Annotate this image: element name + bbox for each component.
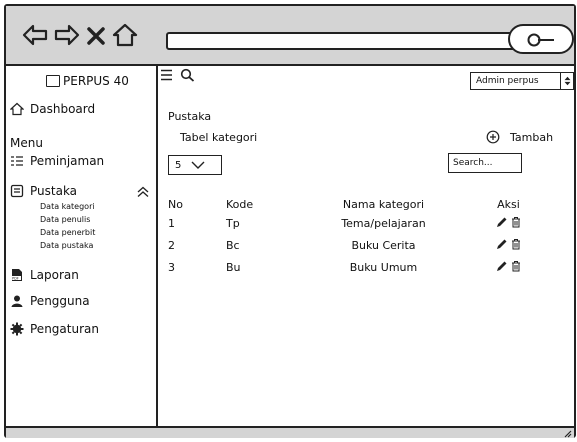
cell-nama: Tema/pelajaran bbox=[341, 216, 426, 230]
back-arrow-icon[interactable] bbox=[22, 22, 48, 48]
list-icon bbox=[11, 156, 23, 166]
home-icon bbox=[10, 102, 24, 116]
cell-kode: Bu bbox=[226, 260, 241, 274]
sidebar-item-laporan[interactable]: PDF Laporan bbox=[10, 268, 79, 282]
cell-nama: Buku Cerita bbox=[351, 238, 416, 252]
cell-kode: Bc bbox=[226, 238, 240, 252]
table-row: 3 Bu Buku Umum bbox=[168, 256, 546, 278]
browser-search-button[interactable] bbox=[508, 24, 574, 54]
table-row: 2 Bc Buku Cerita bbox=[168, 234, 546, 256]
column-header-aksi: Aksi bbox=[497, 197, 520, 211]
pdf-file-icon: PDF bbox=[11, 269, 22, 281]
sidebar-item-label: Peminjaman bbox=[30, 154, 105, 168]
cell-nama: Buku Umum bbox=[349, 260, 418, 274]
pencil-icon[interactable] bbox=[496, 260, 508, 272]
chevron-down-icon bbox=[191, 161, 205, 169]
status-bar bbox=[6, 426, 574, 438]
sidebar-item-label: Laporan bbox=[30, 268, 79, 282]
add-category-button[interactable]: Tambah bbox=[486, 130, 553, 144]
svg-text:PDF: PDF bbox=[12, 277, 19, 281]
cell-kode: Tp bbox=[226, 216, 240, 230]
plus-circle-icon bbox=[486, 130, 500, 144]
brand-name: PERPUS 40 bbox=[63, 74, 129, 88]
sidebar-item-label: Pengguna bbox=[30, 294, 90, 308]
user-select-value: Admin perpus bbox=[476, 76, 539, 86]
user-icon bbox=[11, 295, 23, 307]
sidebar: PERPUS 40 Dashboard Menu Peminjaman Pust… bbox=[6, 66, 158, 426]
browser-toolbar bbox=[6, 6, 574, 66]
page-title: Pustaka bbox=[168, 110, 212, 123]
add-button-label: Tambah bbox=[510, 130, 554, 144]
hamburger-menu-icon[interactable] bbox=[160, 68, 176, 82]
sidebar-subitem-data-kategori[interactable]: Data kategori bbox=[40, 202, 95, 211]
sidebar-subitem-data-penulis[interactable]: Data penulis bbox=[40, 215, 90, 224]
column-header-no: No bbox=[168, 197, 183, 211]
trash-icon[interactable] bbox=[510, 260, 522, 272]
menu-heading: Menu bbox=[10, 136, 43, 150]
pencil-icon[interactable] bbox=[496, 216, 508, 228]
gear-icon bbox=[10, 322, 24, 336]
table-search-input[interactable]: Search... bbox=[448, 153, 522, 173]
column-header-kode: Kode bbox=[226, 197, 254, 211]
sidebar-subitem-data-penerbit[interactable]: Data penerbit bbox=[40, 228, 95, 237]
trash-icon[interactable] bbox=[510, 216, 522, 228]
table-row: 1 Tp Tema/pelajaran bbox=[168, 212, 546, 234]
trash-icon[interactable] bbox=[510, 238, 522, 250]
brand-logo: PERPUS 40 bbox=[46, 74, 129, 88]
user-select[interactable]: Admin perpus bbox=[470, 72, 574, 90]
address-bar[interactable] bbox=[166, 32, 522, 50]
sidebar-item-label: Pustaka bbox=[30, 184, 78, 198]
brand-icon bbox=[46, 75, 60, 87]
chevron-up-icon[interactable] bbox=[136, 186, 150, 198]
sidebar-item-peminjaman[interactable]: Peminjaman bbox=[10, 154, 104, 168]
resize-grip-icon[interactable] bbox=[562, 428, 572, 438]
sidebar-item-label: Pengaturan bbox=[30, 322, 99, 336]
cell-no: 2 bbox=[168, 238, 175, 252]
table-header-row: No Kode Nama kategori Aksi bbox=[168, 196, 546, 212]
search-icon bbox=[527, 33, 554, 47]
sidebar-item-dashboard[interactable]: Dashboard bbox=[10, 102, 95, 116]
cell-no: 1 bbox=[168, 216, 175, 230]
forward-arrow-icon[interactable] bbox=[54, 22, 80, 48]
sidebar-item-pustaka[interactable]: Pustaka bbox=[10, 184, 77, 198]
close-icon[interactable] bbox=[86, 26, 106, 46]
entries-value: 5 bbox=[175, 159, 182, 171]
cell-no: 3 bbox=[168, 260, 175, 274]
category-table: No Kode Nama kategori Aksi 1 Tp Tema/pel… bbox=[168, 196, 546, 278]
column-header-nama-kategori: Nama kategori bbox=[342, 197, 425, 211]
search-placeholder: Search... bbox=[453, 158, 493, 168]
home-icon[interactable] bbox=[112, 22, 138, 48]
cell-aksi bbox=[471, 234, 546, 256]
cell-aksi bbox=[471, 256, 546, 278]
entries-per-page-select[interactable]: 5 bbox=[168, 155, 222, 175]
sidebar-item-pengguna[interactable]: Pengguna bbox=[10, 294, 90, 308]
pencil-icon[interactable] bbox=[496, 238, 508, 250]
sidebar-item-pengaturan[interactable]: Pengaturan bbox=[10, 322, 99, 336]
search-icon[interactable] bbox=[180, 68, 196, 82]
sidebar-item-label: Dashboard bbox=[30, 102, 96, 116]
table-title: Tabel kategori bbox=[180, 131, 258, 144]
sidebar-subitem-data-pustaka[interactable]: Data pustaka bbox=[40, 241, 93, 250]
book-icon bbox=[10, 184, 24, 198]
select-stepper-icon[interactable] bbox=[560, 72, 573, 90]
main-toolbar bbox=[160, 68, 196, 82]
cell-aksi bbox=[471, 212, 546, 234]
